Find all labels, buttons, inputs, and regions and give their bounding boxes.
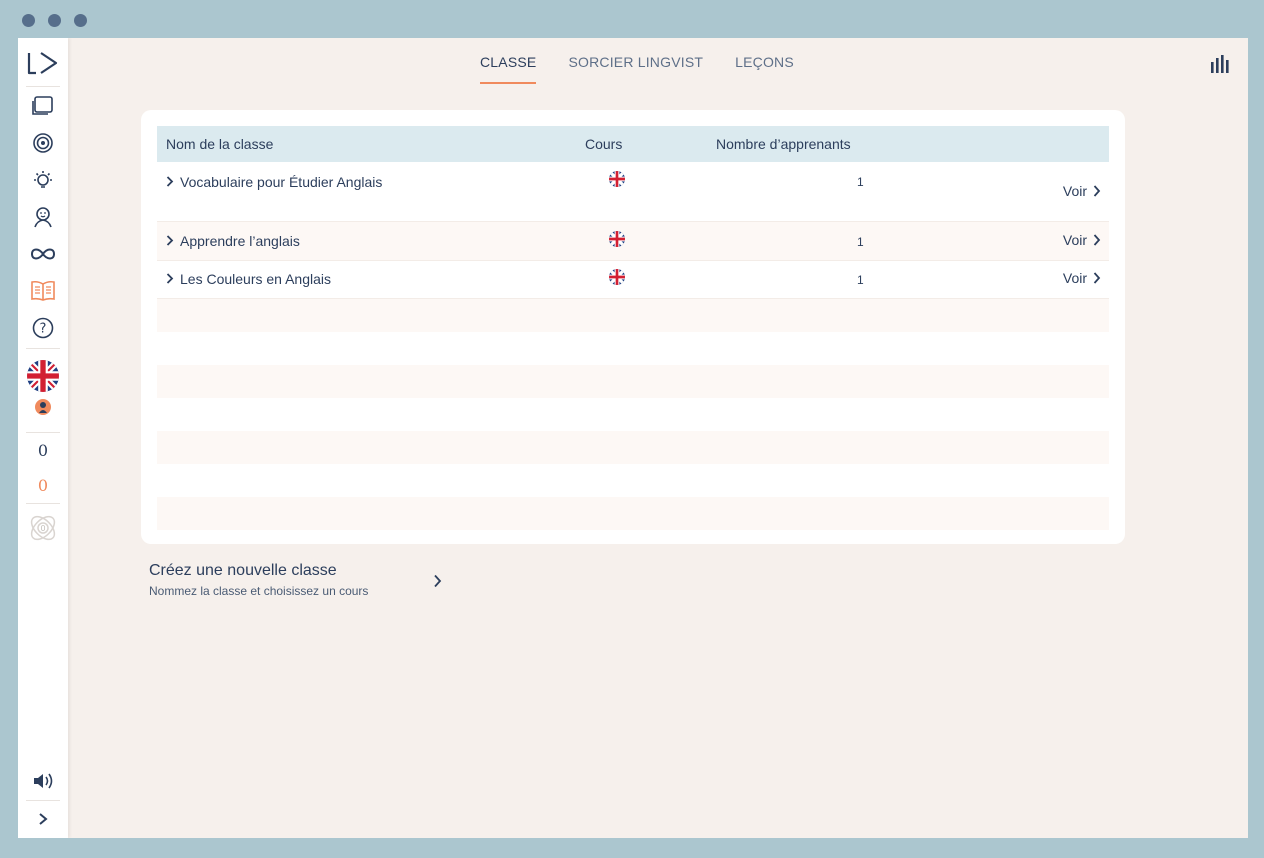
- empty-row: [157, 464, 1109, 497]
- help-icon[interactable]: ?: [23, 312, 63, 344]
- create-class-title: Créez une nouvelle classe: [149, 562, 337, 579]
- class-name[interactable]: Apprendre l’anglais: [166, 231, 386, 252]
- table-row[interactable]: Les Couleurs en Anglais 1 Voir: [157, 261, 1109, 299]
- learner-count: 1: [857, 273, 864, 287]
- uk-flag-icon: [609, 171, 625, 187]
- create-class-subtitle: Nommez la classe et choisissez un cours: [149, 584, 369, 598]
- create-class-link[interactable]: Créez une nouvelle classe Nommez la clas…: [149, 562, 449, 602]
- view-class-button[interactable]: Voir: [1063, 232, 1101, 248]
- avatar-icon[interactable]: [35, 399, 51, 415]
- empty-row: [157, 299, 1109, 332]
- tab-classe[interactable]: CLASSE: [480, 54, 537, 84]
- streak-counter: 0: [37, 476, 49, 495]
- book-icon[interactable]: [23, 275, 63, 307]
- expand-sidebar-icon[interactable]: [23, 803, 63, 835]
- chevron-right-icon: [1093, 234, 1101, 246]
- uk-flag-icon: [609, 269, 625, 285]
- column-header-name[interactable]: Nom de la classe: [166, 136, 273, 152]
- learner-icon[interactable]: [23, 201, 63, 233]
- uk-flag-icon[interactable]: [27, 360, 59, 392]
- chevron-right-icon: [166, 172, 174, 193]
- infinity-icon[interactable]: [23, 238, 63, 270]
- badge-icon[interactable]: 0: [23, 512, 63, 544]
- class-name[interactable]: Vocabulaire pour Étudier Anglais: [166, 172, 386, 193]
- view-class-button[interactable]: Voir: [1063, 183, 1101, 199]
- lingvist-logo-icon[interactable]: [23, 47, 63, 79]
- learner-count: 1: [857, 175, 864, 189]
- table-row[interactable]: Apprendre l’anglais 1 Voir: [157, 222, 1109, 261]
- cards-icon[interactable]: [23, 90, 63, 122]
- stats-icon[interactable]: [1210, 55, 1230, 78]
- window-dot[interactable]: [74, 14, 87, 27]
- lightbulb-icon[interactable]: [23, 164, 63, 196]
- app-window: ? 0 0 0 CLASSE SORCIER LINGVIST LEÇONS N…: [18, 38, 1248, 838]
- svg-text:?: ?: [40, 322, 47, 337]
- class-name[interactable]: Les Couleurs en Anglais: [166, 269, 386, 290]
- tab-sorcier-lingvist[interactable]: SORCIER LINGVIST: [568, 54, 703, 84]
- sidebar: ? 0 0 0: [18, 38, 68, 838]
- window-dot[interactable]: [22, 14, 35, 27]
- classes-card: Nom de la classe Cours Nombre d’apprenan…: [141, 110, 1125, 544]
- table-header: Nom de la classe Cours Nombre d’apprenan…: [157, 126, 1109, 162]
- empty-row: [157, 497, 1109, 530]
- svg-text:0: 0: [40, 524, 45, 533]
- window-dot[interactable]: [48, 14, 61, 27]
- view-class-button[interactable]: Voir: [1063, 270, 1101, 286]
- uk-flag-icon: [609, 231, 625, 247]
- chevron-right-icon: [433, 574, 442, 593]
- learner-count: 1: [857, 235, 864, 249]
- empty-row: [157, 332, 1109, 365]
- empty-row: [157, 398, 1109, 431]
- words-counter: 0: [37, 441, 49, 460]
- target-icon[interactable]: [23, 127, 63, 159]
- sound-icon[interactable]: [23, 765, 63, 797]
- tab-lecons[interactable]: LEÇONS: [735, 54, 794, 84]
- column-header-learners[interactable]: Nombre d’apprenants: [716, 136, 851, 152]
- chevron-right-icon: [166, 269, 174, 290]
- main-tabs: CLASSE SORCIER LINGVIST LEÇONS: [480, 54, 826, 84]
- column-header-course[interactable]: Cours: [585, 136, 622, 152]
- empty-row: [157, 431, 1109, 464]
- chevron-right-icon: [1093, 272, 1101, 284]
- empty-row: [157, 365, 1109, 398]
- chevron-right-icon: [1093, 185, 1101, 197]
- window-controls: [22, 14, 87, 27]
- table-row[interactable]: Vocabulaire pour Étudier Anglais 1 Voir: [157, 162, 1109, 222]
- chevron-right-icon: [166, 231, 174, 252]
